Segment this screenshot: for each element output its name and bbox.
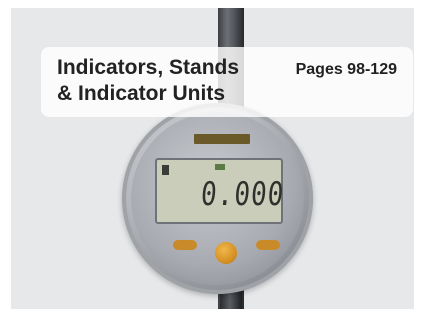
section-title-line2: & Indicator Units — [57, 82, 226, 105]
product-photo: 0.000 Indicators, Stands & Indicator Uni… — [11, 8, 414, 309]
catalog-tile: 0.000 Indicators, Stands & Indicator Uni… — [0, 0, 422, 315]
caption-panel: Indicators, Stands & Indicator Units Pag… — [41, 47, 413, 117]
indicator-left-button — [173, 240, 197, 250]
battery-icon — [162, 165, 169, 175]
brand-plate — [194, 134, 250, 144]
lcd-display: 0.000 — [155, 158, 286, 224]
indicator-center-button — [215, 242, 237, 264]
lcd-reading: 0.000 — [199, 176, 286, 214]
digital-indicator-dial: 0.000 — [122, 103, 313, 294]
status-indicator-icon — [215, 164, 225, 170]
section-title: Indicators, Stands & Indicator Units — [57, 55, 239, 107]
section-title-line1: Indicators, Stands — [57, 56, 240, 79]
dial-bezel: 0.000 — [131, 112, 304, 285]
page-range: Pages 98-129 — [295, 61, 397, 78]
indicator-right-button — [256, 240, 280, 250]
